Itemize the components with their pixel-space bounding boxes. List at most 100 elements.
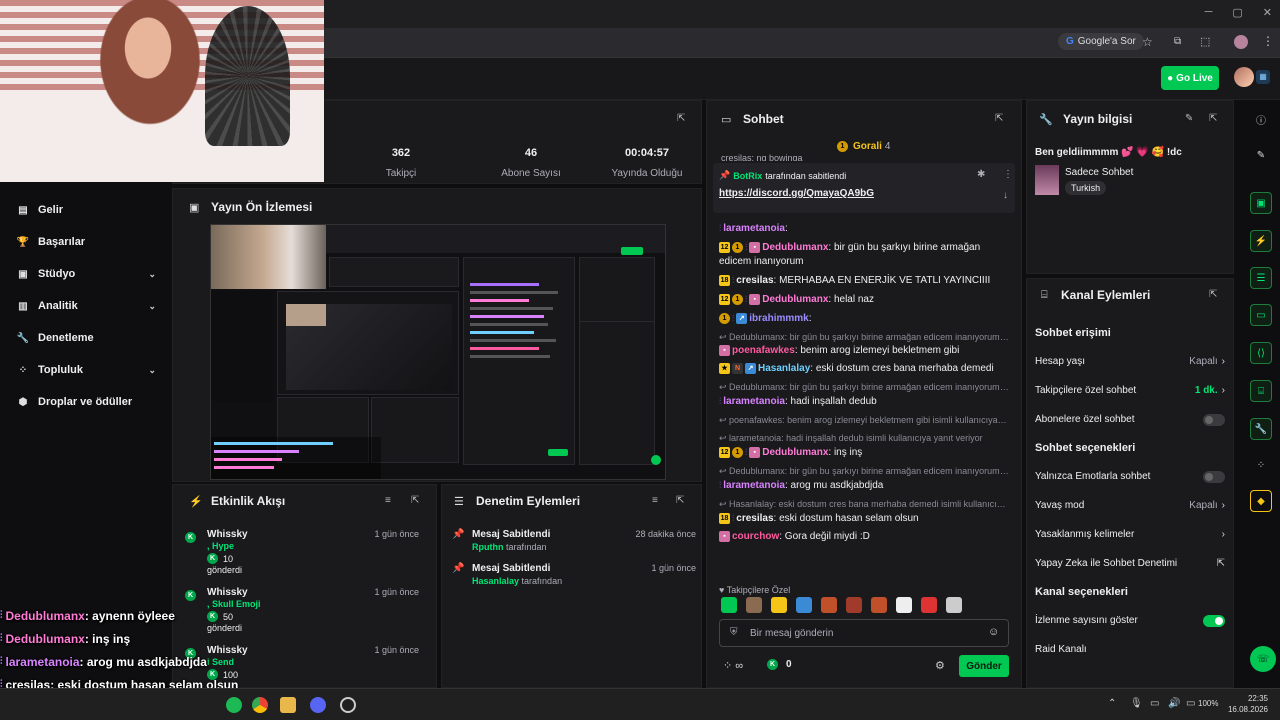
chat-message[interactable]: ↩ Dedublumanx: bir gün bu şarkıyı birine… (719, 462, 1009, 495)
chat-username[interactable]: poenafawkes (732, 345, 795, 356)
emote-icon[interactable] (771, 597, 787, 613)
bookmark-star-icon[interactable]: ☆ (1142, 35, 1153, 49)
stream-preview-image[interactable] (210, 224, 666, 480)
toggle-switch[interactable] (1203, 413, 1225, 426)
chat-username[interactable]: larametanoia (723, 223, 785, 234)
chat-input[interactable]: ⛨ Bir mesaj gönderin ☺ (719, 619, 1009, 647)
toggle-switch[interactable] (1203, 614, 1225, 627)
battery-icon[interactable]: ▭ (1186, 698, 1195, 709)
filter-icon[interactable]: ≡ (652, 495, 658, 506)
chat-username[interactable]: Dedublumanx (762, 242, 828, 253)
chat-message[interactable]: ★ N ↗ Hasanlalay: eski dostum cres bana mer… (719, 360, 1009, 378)
sidebar-item[interactable]: 🏆 Başarılar (0, 226, 172, 258)
maximize-icon[interactable]: ▢ (1232, 6, 1242, 19)
close-icon[interactable]: ✕ (1263, 6, 1272, 19)
cast-icon[interactable]: ⧉ (1174, 36, 1181, 47)
external-link-icon[interactable]: ⇱ (1217, 558, 1225, 569)
chat-username[interactable]: cresilas (736, 513, 773, 524)
community-points-icon[interactable]: ⁘ ∞ (723, 659, 743, 672)
chat-message[interactable]: ↩ poenafawkes: benim arog izlemeyi bekle… (719, 411, 1009, 429)
chat-username[interactable]: Dedublumanx (762, 447, 828, 458)
category-thumbnail[interactable] (1035, 165, 1059, 195)
extensions-icon[interactable]: ⬚ (1200, 35, 1210, 48)
chat-message[interactable]: ▪ courchow: Gora değil miydi :D (719, 528, 1009, 546)
chat-message[interactable]: 12 1 ⫶ ▪ Dedublumanx: bir gün bu şarkıyı bir… (719, 238, 1009, 271)
setting-row[interactable]: İzlenme sayısını göster (1035, 606, 1225, 635)
emote-icon[interactable] (721, 597, 737, 613)
chat-message[interactable]: 1 ⫶ ↗ ibrahimmmk: (719, 309, 1009, 328)
chat-message[interactable]: ↩ Dedublumanx: bir gün bu şarkıyı birine… (719, 328, 1009, 360)
setting-row[interactable]: Hesap yaşı Kapalı › (1035, 347, 1225, 376)
chat-message[interactable]: 18 ⫶ cresilas: MERHABAA EN ENERJİK VE TATL… (719, 271, 1009, 290)
chat-username[interactable]: Hasanlalay (758, 363, 810, 374)
chat-message[interactable]: ↩ larametanoia: hadi inşallah dedub isim… (719, 429, 1009, 462)
extension-diamond-icon[interactable]: ◆ (1250, 490, 1272, 512)
emote-icon[interactable] (871, 597, 887, 613)
emote-icon[interactable] (846, 597, 862, 613)
chat-toggle-icon[interactable]: ▭ (1250, 304, 1272, 326)
pinned-message[interactable]: 📌 BotRix tarafından sabitlendi ✱ ⋮ https… (713, 163, 1015, 213)
toggle-switch[interactable] (1203, 470, 1225, 483)
popout-icon[interactable]: ⇱ (411, 495, 419, 506)
setting-row[interactable]: Yalnızca Emotlarla sohbet (1035, 462, 1225, 491)
chevron-right-icon[interactable]: › (1222, 500, 1225, 511)
emote-icon[interactable] (921, 597, 937, 613)
chrome-icon[interactable] (252, 697, 268, 713)
popout-icon[interactable]: ⇱ (1209, 289, 1217, 300)
sidebar-item[interactable]: ⬢ Droplar ve ödüller (0, 386, 172, 418)
chevron-down-icon[interactable]: ⌄ (148, 301, 156, 312)
popout-icon[interactable]: ⇱ (995, 113, 1003, 124)
chat-message[interactable]: ↩ Hasanlalay: eski dostum cres bana merh… (719, 495, 1009, 528)
mod-action-user[interactable]: Hasanlalay (472, 576, 519, 586)
filter-icon[interactable]: ≡ (385, 495, 391, 506)
code-toggle-icon[interactable]: ⟨⟩ (1250, 342, 1272, 364)
avatar[interactable] (1234, 67, 1254, 87)
emote-icon[interactable] (796, 597, 812, 613)
emoji-icon[interactable]: ☺ (988, 626, 999, 638)
spotify-icon[interactable] (226, 697, 242, 713)
preview-toggle-icon[interactable]: ▣ (1250, 192, 1272, 214)
chat-username[interactable]: ibrahimmmk (749, 313, 808, 324)
chevron-right-icon[interactable]: › (1222, 385, 1225, 396)
list-toggle-icon[interactable]: ☰ (1250, 267, 1272, 289)
app-switch-icon[interactable]: ▦ (1256, 70, 1270, 84)
tray-chevron-icon[interactable]: ⌃ (1108, 698, 1116, 709)
channel-toggle-icon[interactable]: ⌸ (1250, 380, 1272, 402)
mod-action-user[interactable]: Rputhn (472, 542, 504, 552)
emote-icon[interactable] (946, 597, 962, 613)
chat-message[interactable]: ⫶ larametanoia: (719, 219, 1009, 238)
chat-username[interactable]: cresilas (736, 275, 773, 286)
setting-row[interactable]: Yavaş mod Kapalı › (1035, 491, 1225, 520)
chevron-down-icon[interactable]: ⌄ (148, 269, 156, 280)
points-display[interactable]: K 0 (767, 659, 792, 670)
setting-row[interactable]: Yasaklanmış kelimeler › (1035, 520, 1225, 549)
settings-gear-icon[interactable]: ⚙ (935, 659, 945, 672)
mic-icon[interactable]: 🎙 (1130, 698, 1143, 709)
chat-message[interactable]: 12 1 ⫶ ▪ Dedublumanx: helal naz (719, 290, 1009, 309)
browser-menu-icon[interactable]: ⋮ (1262, 34, 1274, 48)
chat-username[interactable]: larametanoia (723, 480, 785, 491)
chat-username[interactable]: courchow (732, 531, 779, 542)
chevron-right-icon[interactable]: › (1222, 529, 1225, 540)
network-icon[interactable]: ▭ (1150, 698, 1159, 709)
folder-icon[interactable] (280, 697, 296, 713)
language-tag[interactable]: Turkish (1065, 181, 1107, 195)
send-button[interactable]: Gönder (959, 655, 1009, 677)
obs-icon[interactable] (340, 697, 356, 713)
volume-icon[interactable]: 🔊 (1168, 698, 1180, 709)
minimize-icon[interactable]: ─ (1205, 6, 1213, 19)
more-icon[interactable]: ⋮ (1003, 169, 1013, 180)
info-icon[interactable]: ⓘ (1250, 108, 1272, 130)
edit-pencil-icon[interactable]: ✎ (1185, 113, 1193, 124)
profile-icon[interactable] (1234, 35, 1248, 49)
emote-icon[interactable] (821, 597, 837, 613)
unpin-icon[interactable]: ✱ (977, 169, 985, 180)
popout-icon[interactable]: ⇱ (1209, 113, 1217, 124)
community-icon[interactable]: ⁘ (1250, 454, 1272, 476)
pen-icon[interactable]: ✎ (1250, 144, 1272, 166)
sidebar-item[interactable]: 🔧 Denetleme (0, 322, 172, 354)
sidebar-item[interactable]: ▤ Gelir (0, 194, 172, 226)
google-ask-button[interactable]: G Google'a Sor (1058, 33, 1144, 50)
taskbar-clock[interactable]: 22:35 16.08.2026 (1224, 693, 1268, 715)
chat-username[interactable]: Dedublumanx (762, 294, 828, 305)
